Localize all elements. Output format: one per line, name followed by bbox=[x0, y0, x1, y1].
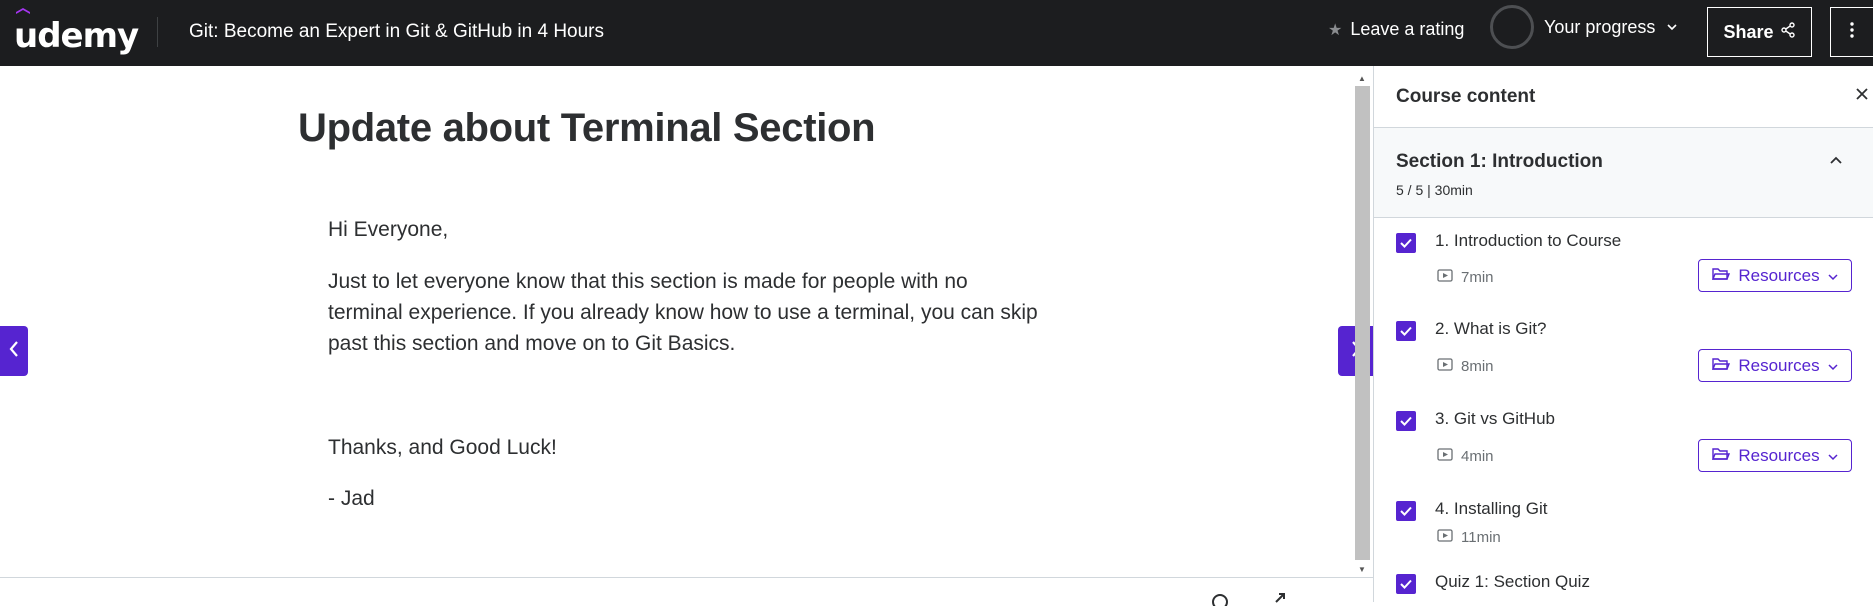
resources-label: Resources bbox=[1738, 355, 1820, 375]
lecture-title: 1. Introduction to Course bbox=[1435, 231, 1622, 250]
scroll-down-arrow-icon[interactable]: ▼ bbox=[1358, 565, 1366, 574]
chevron-down-icon bbox=[1828, 446, 1838, 466]
completed-checkbox[interactable] bbox=[1396, 574, 1416, 594]
logo-hat-icon bbox=[16, 8, 30, 14]
chevron-up-icon[interactable] bbox=[1829, 152, 1843, 170]
lecture-duration: 7min bbox=[1437, 269, 1494, 286]
lecture-thanks: Thanks, and Good Luck! bbox=[328, 436, 557, 459]
quiz-title: Quiz 1: Section Quiz bbox=[1435, 572, 1590, 591]
lecture-title: 2. What is Git? bbox=[1435, 319, 1547, 338]
close-icon[interactable] bbox=[1855, 84, 1869, 107]
leave-rating-button[interactable]: ★ Leave a rating bbox=[1328, 19, 1464, 40]
folder-open-icon bbox=[1712, 446, 1731, 466]
star-icon: ★ bbox=[1328, 21, 1343, 39]
content-scrollbar[interactable]: ▲ ▼ bbox=[1353, 70, 1371, 580]
lecture-item[interactable]: 3. Git vs GitHub 4min Resources bbox=[1374, 399, 1873, 489]
resources-label: Resources bbox=[1738, 265, 1820, 285]
lecture-title: 4. Installing Git bbox=[1435, 499, 1548, 518]
lecture-paragraph: Just to let everyone know that this sect… bbox=[328, 270, 1038, 355]
chevron-left-icon bbox=[9, 340, 19, 363]
content-bottom-divider bbox=[0, 577, 1373, 578]
lecture-item[interactable]: 1. Introduction to Course 7min Resources bbox=[1374, 219, 1873, 309]
scroll-up-arrow-icon[interactable]: ▲ bbox=[1358, 74, 1366, 83]
lecture-greeting: Hi Everyone, bbox=[328, 218, 449, 241]
section-title: Section 1: Introduction bbox=[1396, 151, 1603, 172]
video-icon bbox=[1437, 529, 1453, 546]
progress-label: Your progress bbox=[1544, 16, 1656, 37]
scroll-thumb[interactable] bbox=[1355, 86, 1370, 560]
top-bar: udemy Git: Become an Expert in Git & Git… bbox=[0, 0, 1873, 66]
quiz-item[interactable]: Quiz 1: Section Quiz bbox=[1374, 562, 1873, 602]
share-button[interactable]: Share bbox=[1707, 7, 1812, 57]
duration-text: 8min bbox=[1461, 358, 1494, 375]
section-header[interactable]: Section 1: Introduction 5 / 5 | 30min bbox=[1374, 128, 1873, 218]
resources-label: Resources bbox=[1738, 445, 1820, 465]
video-icon bbox=[1437, 269, 1453, 286]
rating-label: Leave a rating bbox=[1350, 19, 1465, 39]
lecture-title: 3. Git vs GitHub bbox=[1435, 409, 1555, 428]
chevron-down-icon bbox=[1667, 20, 1677, 34]
header-divider bbox=[157, 17, 158, 47]
previous-lecture-button[interactable] bbox=[0, 326, 28, 376]
settings-gear-icon[interactable] bbox=[1210, 590, 1230, 611]
video-icon bbox=[1437, 358, 1453, 375]
chevron-down-icon bbox=[1828, 356, 1838, 376]
bottom-toolbar bbox=[1210, 590, 1290, 611]
lecture-duration: 8min bbox=[1437, 358, 1494, 375]
vertical-ellipsis-icon bbox=[1850, 21, 1854, 44]
your-progress-button[interactable]: Your progress bbox=[1490, 5, 1677, 49]
resources-button[interactable]: Resources bbox=[1698, 349, 1852, 382]
course-content-sidebar: Course content Section 1: Introduction 5… bbox=[1373, 66, 1873, 602]
lecture-signature: - Jad bbox=[328, 487, 375, 510]
lecture-duration: 11min bbox=[1437, 529, 1501, 546]
duration-text: 11min bbox=[1461, 529, 1501, 546]
folder-open-icon bbox=[1712, 356, 1731, 376]
sidebar-header: Course content bbox=[1374, 66, 1873, 128]
lecture-item[interactable]: 2. What is Git? 8min Resources bbox=[1374, 309, 1873, 399]
chevron-down-icon bbox=[1828, 266, 1838, 286]
share-icon bbox=[1780, 21, 1796, 43]
share-label: Share bbox=[1723, 21, 1774, 42]
logo-text: udemy bbox=[14, 16, 139, 56]
course-title[interactable]: Git: Become an Expert in Git & GitHub in… bbox=[189, 20, 604, 44]
video-icon bbox=[1437, 448, 1453, 465]
section-meta: 5 / 5 | 30min bbox=[1396, 182, 1473, 198]
completed-checkbox[interactable] bbox=[1396, 233, 1416, 253]
sidebar-title: Course content bbox=[1396, 85, 1536, 107]
lecture-content-area: Update about Terminal Section Hi Everyon… bbox=[0, 66, 1373, 610]
folder-open-icon bbox=[1712, 266, 1731, 286]
completed-checkbox[interactable] bbox=[1396, 501, 1416, 521]
progress-ring-icon bbox=[1490, 5, 1534, 49]
resources-button[interactable]: Resources bbox=[1698, 259, 1852, 292]
completed-checkbox[interactable] bbox=[1396, 411, 1416, 431]
lecture-title: Update about Terminal Section bbox=[298, 106, 876, 150]
udemy-logo[interactable]: udemy bbox=[14, 8, 139, 56]
more-options-button[interactable] bbox=[1830, 7, 1873, 57]
duration-text: 7min bbox=[1461, 269, 1494, 286]
completed-checkbox[interactable] bbox=[1396, 321, 1416, 341]
lecture-duration: 4min bbox=[1437, 448, 1494, 465]
expand-icon[interactable] bbox=[1270, 590, 1290, 611]
lecture-item[interactable]: 4. Installing Git 11min bbox=[1374, 489, 1873, 562]
resources-button[interactable]: Resources bbox=[1698, 439, 1852, 472]
duration-text: 4min bbox=[1461, 448, 1494, 465]
